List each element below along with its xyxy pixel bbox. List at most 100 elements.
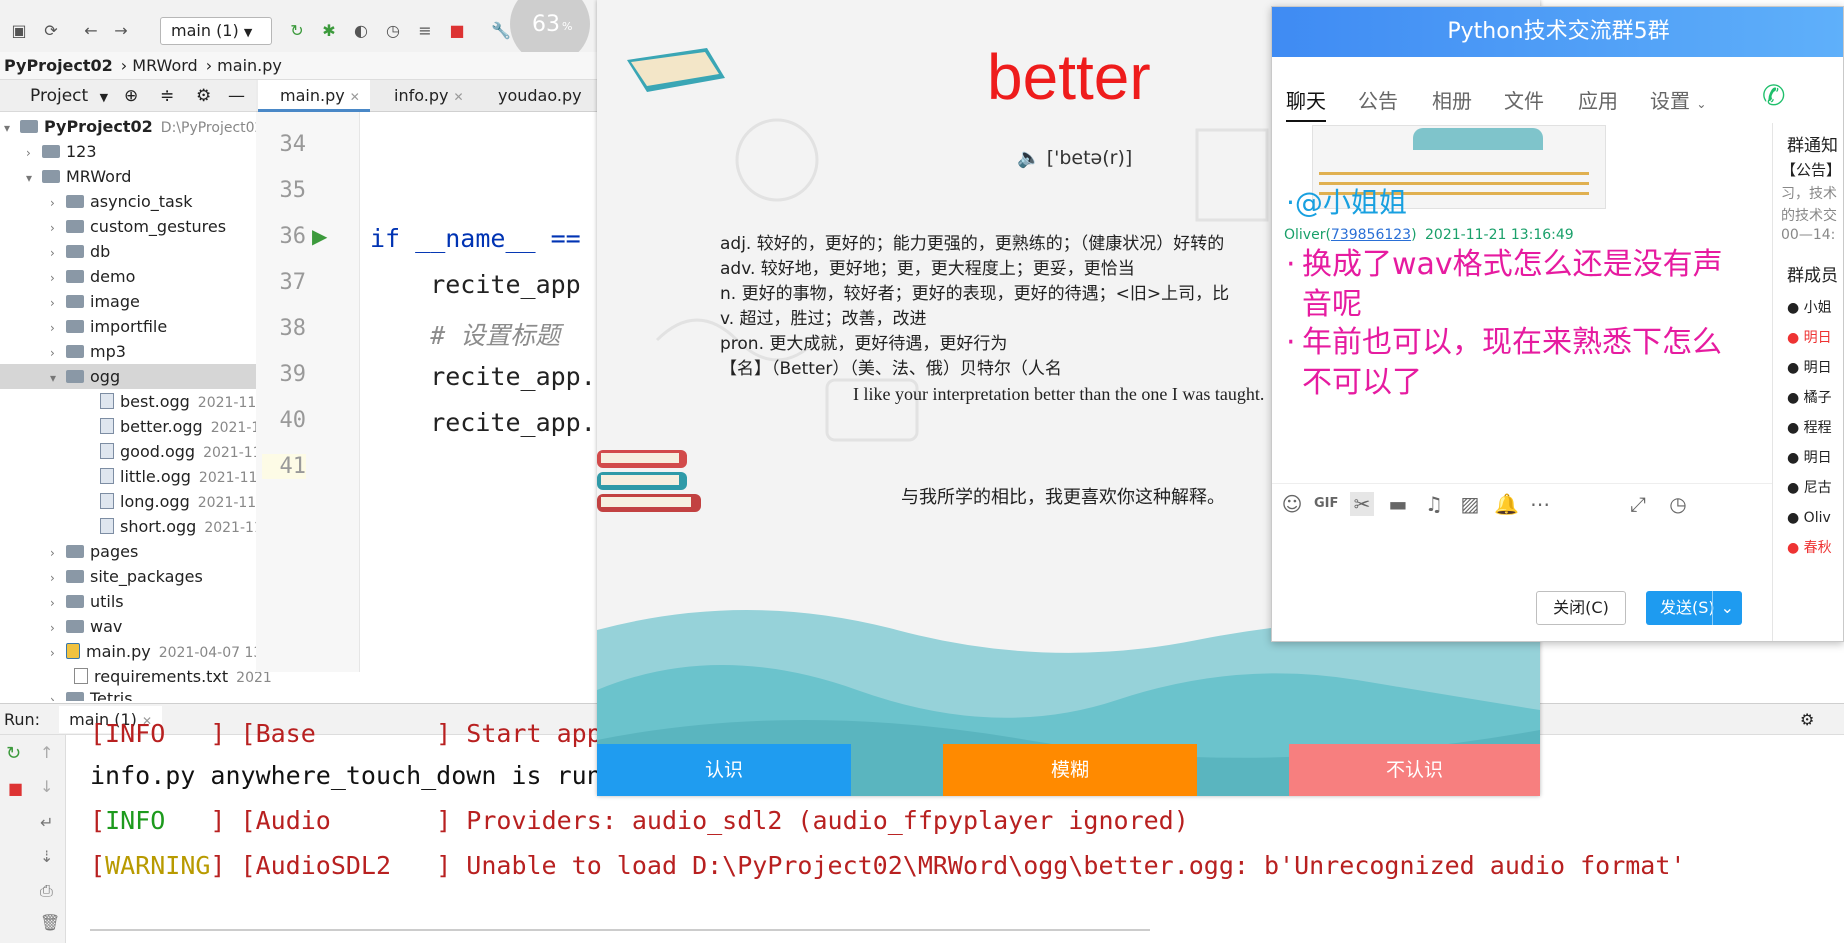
forward-icon[interactable]: → bbox=[110, 20, 132, 42]
code-editor[interactable]: if __name__ == recite_app # 设置标题 recite_… bbox=[360, 112, 600, 672]
member-item[interactable]: ● 程程 bbox=[1787, 413, 1843, 443]
tab-youdao-py[interactable]: youdao.py bbox=[476, 80, 600, 112]
member-item[interactable]: ● 小姐 bbox=[1787, 293, 1843, 323]
up-icon[interactable]: ↑ bbox=[40, 743, 53, 762]
tree-item[interactable]: little.ogg 2021-11- bbox=[100, 464, 262, 489]
tab-notice[interactable]: 公告 bbox=[1358, 85, 1398, 114]
chat-messages[interactable]: ·@小姐姐 Oliver(739856123) 2021-11-21 13:16… bbox=[1272, 123, 1772, 475]
wrap-icon[interactable]: ↵ bbox=[40, 813, 53, 832]
print-icon[interactable]: ⎙ bbox=[40, 881, 53, 901]
member-item[interactable]: ● 明日 bbox=[1787, 443, 1843, 473]
tree-item[interactable]: › Tetris bbox=[50, 689, 133, 701]
tree-item[interactable]: › 123 bbox=[26, 139, 97, 164]
breadcrumb-item[interactable]: PyProject02 bbox=[4, 56, 113, 75]
history-icon[interactable]: ◷ bbox=[1666, 492, 1690, 516]
close-icon[interactable]: ✕ bbox=[350, 90, 360, 104]
expand-icon[interactable]: ⤢ bbox=[1626, 492, 1650, 516]
speaker-icon[interactable]: 🔈 bbox=[1017, 147, 1041, 169]
tab-files[interactable]: 文件 bbox=[1504, 85, 1544, 114]
rerun-icon[interactable]: ↻ bbox=[286, 20, 308, 42]
tree-item[interactable]: long.ogg 2021-11- bbox=[100, 489, 261, 514]
build-icon[interactable]: ≡ bbox=[414, 20, 436, 42]
more-icon[interactable]: ⋯ bbox=[1528, 492, 1552, 516]
chevron-down-icon[interactable]: ⌄ bbox=[1711, 591, 1734, 625]
save-icon[interactable]: ▣ bbox=[8, 20, 30, 42]
back-icon[interactable]: ← bbox=[80, 20, 102, 42]
tree-item[interactable]: short.ogg 2021-11 bbox=[100, 514, 263, 539]
tab-main-py[interactable]: main.py ✕ bbox=[258, 80, 370, 112]
breadcrumb-item[interactable]: MRWord bbox=[132, 56, 197, 75]
tree-root[interactable]: ▾ PyProject02 D:\PyProject02 bbox=[4, 114, 263, 139]
chevron-down-icon: ⌄ bbox=[1696, 97, 1707, 111]
tree-item[interactable]: › wav bbox=[50, 614, 122, 639]
close-button[interactable]: 关闭(C) bbox=[1536, 591, 1626, 625]
member-item[interactable]: ● Oliv bbox=[1787, 503, 1843, 533]
trash-icon[interactable]: 🗑 bbox=[40, 913, 60, 932]
minimize-icon[interactable]: — bbox=[228, 80, 245, 112]
emoji-icon[interactable]: ☺ bbox=[1280, 492, 1304, 516]
tab-settings[interactable]: 设置 ⌄ bbox=[1650, 85, 1706, 114]
close-icon[interactable]: ✕ bbox=[454, 90, 464, 104]
chevron-down-icon[interactable]: ▼ bbox=[100, 91, 108, 104]
member-item[interactable]: ● 明日 bbox=[1787, 323, 1843, 353]
profile-icon[interactable]: ◷ bbox=[382, 20, 404, 42]
tree-item[interactable]: › importfile bbox=[50, 314, 167, 339]
gif-icon[interactable]: GIF bbox=[1314, 492, 1338, 516]
target-icon[interactable]: ⊕ bbox=[124, 80, 138, 112]
tree-item[interactable]: › image bbox=[50, 289, 140, 314]
tree-item[interactable]: › utils bbox=[50, 589, 124, 614]
scissors-icon[interactable]: ✂ bbox=[1350, 492, 1374, 516]
tree-item[interactable]: › demo bbox=[50, 264, 135, 289]
project-panel-label[interactable]: Project bbox=[30, 86, 88, 106]
gear-icon[interactable]: ⚙ bbox=[196, 80, 211, 112]
tab-album[interactable]: 相册 bbox=[1432, 85, 1472, 114]
image-icon[interactable]: ▨ bbox=[1458, 492, 1482, 516]
tree-item[interactable]: › db bbox=[50, 239, 110, 264]
tree-item[interactable]: › asyncio_task bbox=[50, 189, 192, 214]
stop-icon[interactable]: ■ bbox=[8, 779, 23, 798]
tree-item[interactable]: › site_packages bbox=[50, 564, 203, 589]
tree-item[interactable]: › pages bbox=[50, 539, 138, 564]
notice-title: 群通知 bbox=[1787, 136, 1838, 156]
member-item[interactable]: ● 明日 bbox=[1787, 353, 1843, 383]
bell-icon[interactable]: 🔔 bbox=[1494, 492, 1519, 516]
horizontal-scrollbar[interactable] bbox=[90, 929, 1150, 931]
tab-info-py[interactable]: info.py ✕ bbox=[372, 80, 472, 112]
tab-apps[interactable]: 应用 bbox=[1578, 85, 1618, 114]
coverage-icon[interactable]: ◐ bbox=[350, 20, 372, 42]
gear-icon[interactable]: ⚙ bbox=[1800, 704, 1814, 736]
tree-item[interactable]: › main.py 2021-04-07 13 bbox=[50, 639, 262, 664]
tree-item[interactable]: better.ogg 2021-1 bbox=[100, 414, 260, 439]
tree-item[interactable]: requirements.txt 2021 bbox=[74, 664, 272, 689]
tab-chat[interactable]: 聊天 bbox=[1286, 85, 1326, 122]
phone-icon[interactable]: ✆ bbox=[1762, 79, 1785, 112]
unknown-button[interactable]: 不认识 bbox=[1289, 744, 1540, 796]
tree-item-selected[interactable]: ▾ ogg bbox=[0, 364, 256, 389]
tree-item[interactable]: best.ogg 2021-11- bbox=[100, 389, 261, 414]
run-config-select[interactable]: main (1) ▼ bbox=[160, 17, 272, 45]
member-item[interactable]: ● 橘子 bbox=[1787, 383, 1843, 413]
sync-icon[interactable]: ⟳ bbox=[40, 20, 62, 42]
debug-icon[interactable]: ✱ bbox=[318, 20, 340, 42]
breadcrumb-item[interactable]: main.py bbox=[217, 56, 282, 75]
send-button[interactable]: 发送(S) ⌄ bbox=[1646, 591, 1742, 625]
wrench-icon[interactable]: 🔧 bbox=[490, 20, 512, 42]
tree-item[interactable]: › custom_gestures bbox=[50, 214, 226, 239]
vague-button[interactable]: 模糊 bbox=[943, 744, 1197, 796]
sender-id-link[interactable]: 739856123 bbox=[1331, 227, 1411, 243]
member-item[interactable]: ● 春秋 bbox=[1787, 533, 1843, 563]
tree-item[interactable]: › mp3 bbox=[50, 339, 126, 364]
line-number: 36 bbox=[279, 224, 307, 249]
folder-icon[interactable]: ▬ bbox=[1386, 492, 1410, 516]
tree-item[interactable]: good.ogg 2021-11 bbox=[100, 439, 262, 464]
collapse-icon[interactable]: ≑ bbox=[160, 80, 174, 112]
scroll-end-icon[interactable]: ⇣ bbox=[40, 847, 53, 866]
down-icon[interactable]: ↓ bbox=[40, 777, 53, 796]
member-item[interactable]: ● 尼古 bbox=[1787, 473, 1843, 503]
know-button[interactable]: 认识 bbox=[597, 744, 851, 796]
stop-icon[interactable]: ■ bbox=[446, 20, 468, 42]
rerun-icon[interactable]: ↻ bbox=[6, 743, 21, 764]
music-icon[interactable]: ♫ bbox=[1422, 492, 1446, 516]
run-gutter-icon[interactable]: ▶ bbox=[312, 224, 327, 248]
tree-item[interactable]: ▾ MRWord bbox=[26, 164, 131, 189]
